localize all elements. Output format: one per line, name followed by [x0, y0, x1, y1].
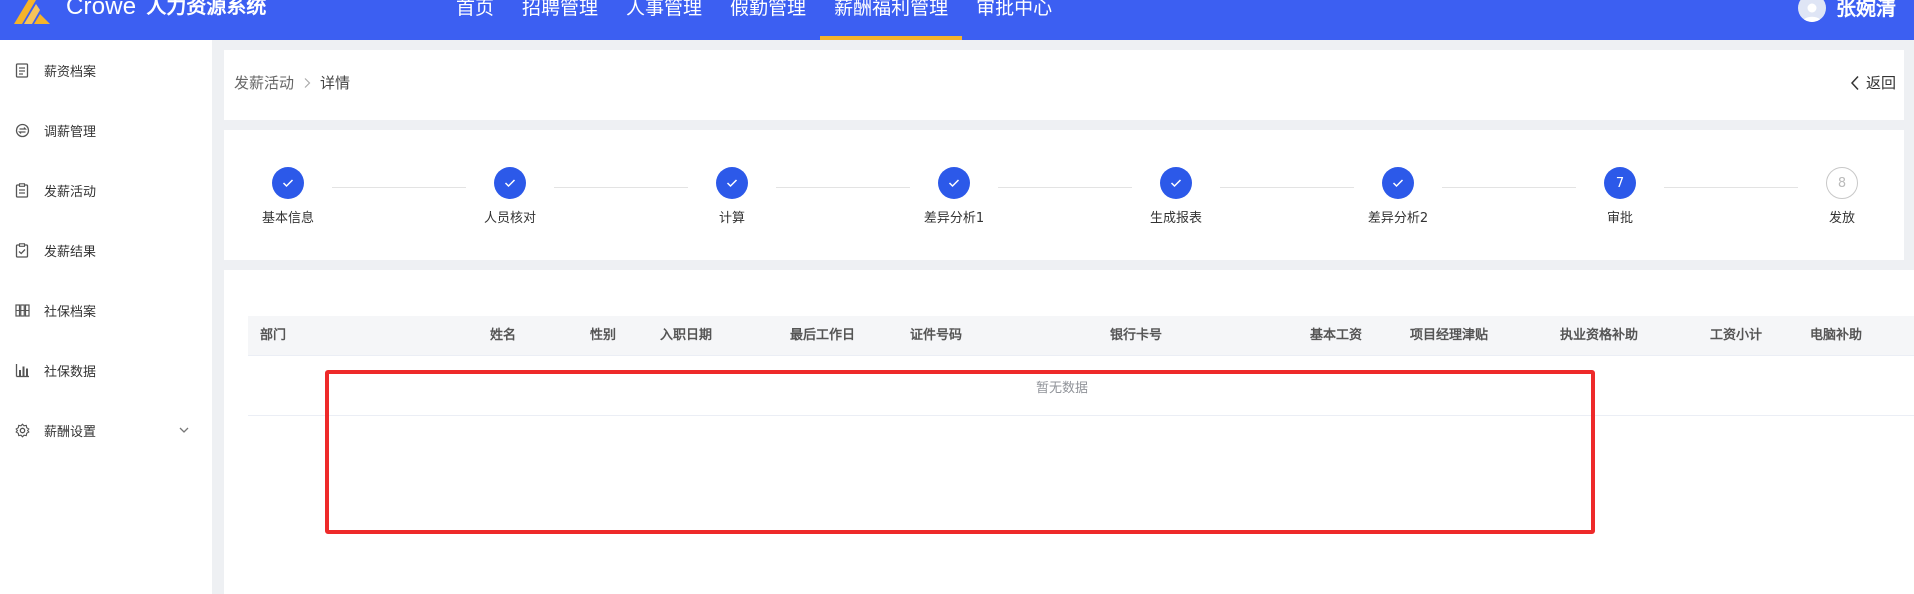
- sidebar-item-label: 社保档案: [44, 304, 97, 320]
- user-menu[interactable]: 张婉清: [1798, 0, 1896, 22]
- back-button[interactable]: 返回: [1850, 72, 1896, 93]
- chevron-down-icon: [179, 427, 189, 433]
- step-connector: [998, 187, 1132, 188]
- sidebar-item-social-security-data[interactable]: 社保数据: [0, 350, 212, 390]
- highlight-annotation-box: [325, 370, 1595, 534]
- step-number: 7: [1604, 167, 1636, 199]
- column-header-department[interactable]: 部门: [260, 316, 286, 356]
- archive-grid-icon: [14, 302, 30, 318]
- user-name: 张婉清: [1836, 0, 1896, 20]
- brand-title[interactable]: Crowe 人力资源系统: [66, 0, 266, 21]
- main-nav: 首页 招聘管理 人事管理 假勤管理 薪酬福利管理 审批中心: [442, 0, 1066, 40]
- column-header-pm-allowance[interactable]: 项目经理津贴: [1410, 316, 1488, 356]
- clipboard-icon: [14, 182, 30, 198]
- step-approval[interactable]: 7 审批: [1575, 167, 1665, 226]
- brand-name-en: Crowe: [66, 0, 137, 20]
- sidebar-item-salary-archive[interactable]: 薪资档案: [0, 50, 212, 90]
- breadcrumb-parent-link[interactable]: 发薪活动: [234, 72, 294, 93]
- sidebar-item-payroll-activity[interactable]: 发薪活动: [0, 170, 212, 210]
- step-label: 人员核对: [483, 211, 536, 226]
- breadcrumb-panel: [224, 50, 1904, 120]
- check-icon: [1392, 179, 1404, 188]
- top-navigation-bar: Crowe 人力资源系统 首页 招聘管理 人事管理 假勤管理 薪酬福利管理 审批中…: [0, 0, 1914, 40]
- step-label: 差异分析2: [1367, 211, 1429, 226]
- step-label: 差异分析1: [923, 211, 985, 226]
- step-label: 生成报表: [1149, 211, 1202, 226]
- document-icon: [14, 62, 30, 78]
- step-payout[interactable]: 8 发放: [1797, 167, 1887, 226]
- step-variance-analysis-2[interactable]: 差异分析2: [1353, 167, 1443, 226]
- step-calculation[interactable]: 计算: [687, 167, 777, 226]
- brand-name-cn: 人力资源系统: [146, 0, 267, 18]
- sidebar-item-salary-adjustment[interactable]: 调薪管理: [0, 110, 212, 150]
- column-header-qualification-subsidy[interactable]: 执业资格补助: [1560, 316, 1638, 356]
- column-header-computer-subsidy[interactable]: 电脑补助: [1810, 316, 1862, 356]
- step-basic-info[interactable]: 基本信息: [243, 167, 333, 226]
- nav-attendance[interactable]: 假勤管理: [716, 0, 820, 40]
- check-icon: [948, 179, 960, 188]
- step-number: 8: [1826, 167, 1858, 199]
- step-connector: [554, 187, 688, 188]
- nav-approval[interactable]: 审批中心: [962, 0, 1066, 40]
- nav-home[interactable]: 首页: [442, 0, 508, 40]
- sidebar-item-label: 调薪管理: [44, 124, 97, 140]
- sidebar-item-label: 薪资档案: [44, 64, 97, 80]
- column-header-gender[interactable]: 性别: [590, 316, 616, 356]
- column-header-base-salary[interactable]: 基本工资: [1310, 316, 1362, 356]
- avatar: [1798, 0, 1826, 22]
- step-personnel-check[interactable]: 人员核对: [465, 167, 555, 226]
- step-connector: [1442, 187, 1576, 188]
- step-label: 审批: [1606, 211, 1633, 226]
- step-done-circle: [716, 167, 748, 199]
- step-variance-analysis-1[interactable]: 差异分析1: [909, 167, 999, 226]
- crowe-logo-icon: [14, 0, 50, 24]
- check-icon: [504, 179, 516, 188]
- gear-icon: [14, 422, 30, 438]
- user-icon: [1803, 3, 1821, 22]
- check-icon: [726, 179, 738, 188]
- back-label: 返回: [1865, 74, 1896, 92]
- nav-compensation[interactable]: 薪酬福利管理: [820, 0, 963, 40]
- nav-personnel[interactable]: 人事管理: [612, 0, 716, 40]
- step-done-circle: [1382, 167, 1414, 199]
- table-header: 部门 姓名 性别 入职日期 最后工作日 证件号码 银行卡号 基本工资 项目经理津…: [248, 316, 1914, 356]
- step-done-circle: [1160, 167, 1192, 199]
- breadcrumb: 发薪活动 详情: [234, 72, 350, 93]
- step-label: 发放: [1828, 211, 1855, 226]
- step-connector: [1664, 187, 1798, 188]
- nav-recruitment[interactable]: 招聘管理: [508, 0, 612, 40]
- sidebar-item-label: 发薪活动: [44, 184, 97, 200]
- step-done-circle: [272, 167, 304, 199]
- sidebar-item-compensation-settings[interactable]: 薪酬设置: [0, 410, 212, 450]
- column-header-name[interactable]: 姓名: [490, 316, 516, 356]
- sidebar-item-social-security-archive[interactable]: 社保档案: [0, 290, 212, 330]
- breadcrumb-current: 详情: [320, 74, 351, 92]
- step-connector: [1220, 187, 1354, 188]
- sidebar-item-payroll-result[interactable]: 发薪结果: [0, 230, 212, 270]
- column-header-salary-subtotal[interactable]: 工资小计: [1710, 316, 1762, 356]
- chevron-right-icon: [304, 77, 311, 88]
- step-generate-report[interactable]: 生成报表: [1131, 167, 1221, 226]
- check-icon: [282, 179, 294, 188]
- exchange-icon: [14, 122, 30, 138]
- column-header-bank-card[interactable]: 银行卡号: [1110, 316, 1162, 356]
- step-done-circle: [938, 167, 970, 199]
- sidebar-item-label: 发薪结果: [44, 244, 97, 260]
- column-header-hire-date[interactable]: 入职日期: [660, 316, 712, 356]
- sidebar: 薪资档案 调薪管理 发薪活动 发薪结果 社保档案 社保数据 薪酬设置: [0, 40, 212, 594]
- step-connector: [776, 187, 910, 188]
- step-done-circle: [494, 167, 526, 199]
- sidebar-item-label: 社保数据: [44, 364, 97, 380]
- bar-chart-icon: [14, 362, 30, 378]
- step-connector: [332, 187, 466, 188]
- chevron-left-icon: [1850, 75, 1859, 90]
- column-header-last-work-day[interactable]: 最后工作日: [790, 316, 855, 356]
- step-label: 计算: [718, 211, 745, 226]
- clipboard-check-icon: [14, 242, 30, 258]
- step-label: 基本信息: [261, 211, 314, 226]
- check-icon: [1170, 179, 1182, 188]
- sidebar-item-label: 薪酬设置: [44, 424, 97, 440]
- column-header-id-number[interactable]: 证件号码: [910, 316, 962, 356]
